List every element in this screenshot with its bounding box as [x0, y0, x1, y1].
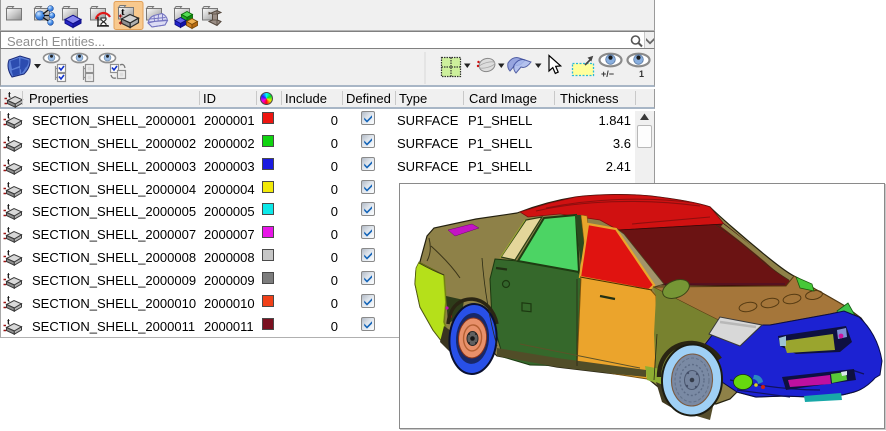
svg-text:1: 1 — [639, 69, 644, 79]
svg-text:+/−: +/− — [601, 69, 614, 79]
